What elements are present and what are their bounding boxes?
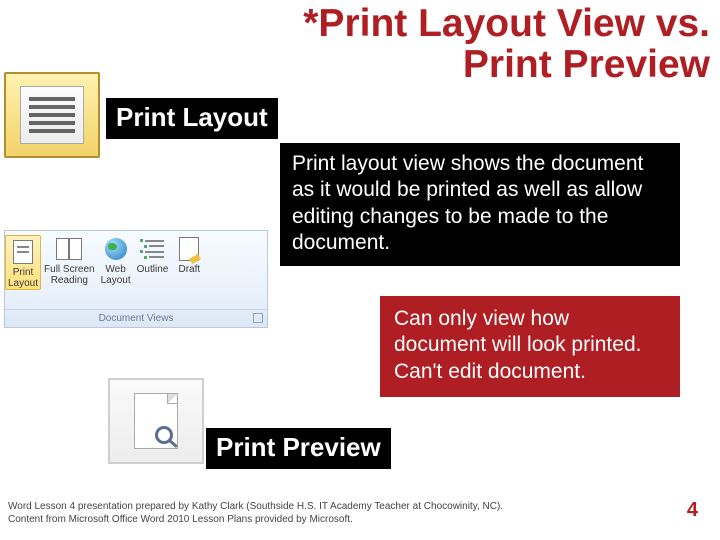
slide-number: 4	[687, 499, 698, 522]
slide: *Print Layout View vs. Print Preview Pri…	[0, 0, 720, 540]
print-preview-description: Can only view how document will look pri…	[380, 296, 680, 397]
print-layout-description: Print layout view shows the document as …	[280, 143, 680, 266]
dialog-launcher-icon[interactable]	[253, 313, 263, 323]
ribbon-label: Web	[105, 265, 125, 276]
ribbon-item-full-screen-reading[interactable]: Full Screen Reading	[41, 235, 98, 286]
ribbon-item-web-layout[interactable]: Web Layout	[98, 235, 134, 286]
ribbon-label: Layout	[101, 276, 131, 287]
ribbon-group-label: Document Views	[5, 309, 267, 327]
print-preview-label: Print Preview	[206, 428, 391, 469]
ribbon-label: Outline	[137, 265, 169, 276]
ribbon-items: Print Layout Full Screen Reading Web Lay…	[5, 231, 267, 309]
ribbon-label: Draft	[178, 265, 200, 276]
print-layout-label: Print Layout	[106, 98, 278, 139]
outline-icon	[137, 235, 167, 263]
ribbon-item-outline[interactable]: Outline	[134, 235, 172, 276]
ribbon-label: Full Screen	[44, 265, 95, 276]
slide-title: *Print Layout View vs. Print Preview	[190, 4, 710, 86]
ribbon-document-views: Print Layout Full Screen Reading Web Lay…	[4, 230, 268, 328]
ribbon-label: Print	[13, 268, 34, 279]
slide-footer: Word Lesson 4 presentation prepared by K…	[8, 501, 528, 526]
magnifier-icon	[155, 426, 173, 444]
ribbon-label: Layout	[8, 279, 38, 290]
title-line-2: Print Preview	[463, 43, 710, 86]
ribbon-item-print-layout[interactable]: Print Layout	[5, 235, 41, 290]
page-magnifier-icon	[134, 393, 178, 449]
draft-icon	[174, 235, 204, 263]
print-preview-icon	[108, 378, 204, 464]
print-layout-icon	[4, 72, 100, 158]
ribbon-item-draft[interactable]: Draft	[171, 235, 207, 276]
group-label-text: Document Views	[99, 313, 174, 324]
title-line-1: *Print Layout View vs.	[303, 2, 710, 45]
ribbon-label: Reading	[51, 276, 88, 287]
print-layout-small-icon	[8, 238, 38, 266]
web-layout-icon	[101, 235, 131, 263]
full-screen-reading-icon	[54, 235, 84, 263]
page-icon	[20, 86, 84, 144]
